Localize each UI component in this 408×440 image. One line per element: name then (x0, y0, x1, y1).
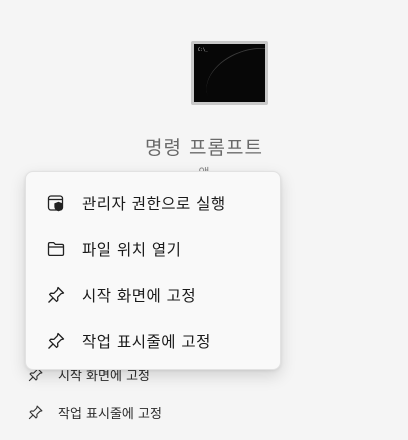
folder-icon (46, 239, 66, 259)
app-title: 명령 프롬프트 (145, 137, 263, 159)
menu-item-label: 파일 위치 열기 (82, 241, 182, 259)
context-menu: 관리자 권한으로 실행 파일 위치 열기 시작 화면에 고정 작업 표시줄에 고… (25, 171, 281, 370)
menu-item-open-file-location[interactable]: 파일 위치 열기 (26, 226, 280, 272)
app-icon-prompt-text: C:\_ (198, 47, 208, 52)
pin-to-taskbar-action[interactable]: 작업 표시줄에 고정 (27, 401, 162, 423)
pin-icon (46, 285, 66, 305)
menu-item-run-as-admin[interactable]: 관리자 권한으로 실행 (26, 180, 280, 226)
pin-icon (28, 405, 43, 419)
menu-item-label: 관리자 권한으로 실행 (82, 195, 226, 213)
search-result-panel: C:\_ 명령 프롬프트 앱 시작 화면에 고정 작업 표시줄에 고정 (0, 0, 408, 440)
menu-item-pin-to-taskbar[interactable]: 작업 표시줄에 고정 (26, 318, 280, 364)
menu-item-label: 시작 화면에 고정 (82, 287, 197, 305)
command-prompt-icon: C:\_ (191, 41, 268, 105)
menu-item-label: 작업 표시줄에 고정 (82, 333, 211, 351)
shield-app-icon (46, 193, 66, 213)
menu-item-pin-to-start[interactable]: 시작 화면에 고정 (26, 272, 280, 318)
app-icon-screen: C:\_ (194, 44, 265, 102)
pin-to-taskbar-label: 작업 표시줄에 고정 (58, 406, 162, 422)
pin-icon (46, 331, 66, 351)
